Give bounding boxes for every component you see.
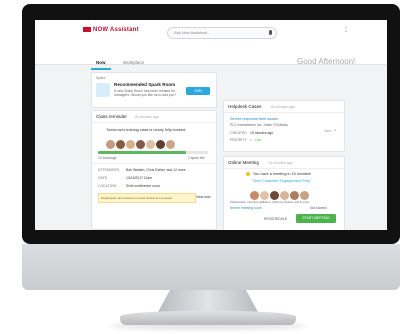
greeting: Good Afternoon!	[297, 57, 356, 66]
avatar[interactable]	[300, 191, 309, 200]
spark-card: Spark Recommended Spark Room A new Spark…	[91, 72, 217, 108]
active-tab-indicator	[91, 68, 111, 70]
view-now-button[interactable]: View now	[196, 195, 210, 199]
case-subtitle: PLC Investments Inc. Justin O'Sullivan	[230, 123, 289, 127]
card-header: Class reminder	[96, 114, 127, 119]
divider	[92, 122, 216, 123]
case-title-link[interactable]: Server response time issues	[230, 117, 278, 121]
meeting-message: You have a meeting in 15 minutes!	[253, 172, 312, 176]
more-vertical-icon[interactable]: ⋮	[343, 27, 349, 36]
avatar[interactable]	[146, 140, 155, 149]
row-key-created: CREATED	[230, 131, 247, 135]
app-logo[interactable]: NOW Assistant	[83, 27, 139, 33]
class-reminder-card: Class reminder 15 minutes ago Tomorrow's…	[91, 110, 217, 230]
booking-progress-bar	[98, 151, 208, 154]
row-value-attendees: Bob Walden, Chris Esther, and 12 more	[126, 168, 186, 172]
join-button[interactable]: JOIN	[186, 87, 210, 95]
avatar[interactable]	[116, 140, 125, 149]
clock-icon	[246, 172, 250, 176]
tab-now[interactable]: Now	[96, 60, 106, 65]
avatar[interactable]	[280, 191, 289, 200]
start-meeting-button[interactable]: START MEETING	[296, 214, 336, 223]
avatar[interactable]	[136, 140, 145, 149]
logo-mark-icon	[83, 27, 91, 32]
participants-text: Participants: Caroline Williams, Anthony…	[230, 200, 310, 204]
row-value-date: 10/15/2017 11am	[126, 176, 153, 180]
app-screen: NOW Assistant Ask Now Assistant... ⋮ Now…	[35, 20, 387, 230]
row-key-attendees: ATTENDEES	[98, 168, 120, 172]
card-header: Spark	[96, 76, 106, 80]
card-header: Helpdesk Cases	[228, 104, 262, 109]
avatar[interactable]	[290, 191, 299, 200]
warning-banner: Registration and classroom seats limited…	[98, 193, 196, 203]
card-time: 15 minutes ago	[270, 105, 295, 109]
row-key-location: LOCATION	[98, 184, 117, 188]
progress-right-label: 2 spots left	[188, 156, 205, 160]
spark-title: Recommended Spark Room	[114, 82, 176, 87]
avatar[interactable]	[156, 140, 165, 149]
row-value-priority: 1 - Low	[250, 138, 262, 142]
online-meeting-card: Online Meeting 15 minutes ago You have a…	[223, 156, 345, 230]
reschedule-button[interactable]: RESCHEDULE	[264, 217, 287, 221]
card-header: Online Meeting	[228, 160, 259, 165]
divider	[92, 163, 216, 164]
meeting-title[interactable]: "New Customer Engagement Prep"	[252, 179, 311, 183]
spark-body: A new Spark Room has been created for ma…	[114, 89, 177, 98]
card-time: 15 minutes ago	[134, 115, 159, 119]
row-key-date: DATE	[98, 176, 108, 180]
monitor-stand-foot	[120, 311, 296, 325]
tab-workplace[interactable]: Workplace	[123, 60, 144, 65]
microphone-icon[interactable]	[269, 30, 272, 35]
avatar[interactable]	[166, 140, 175, 149]
card-time: 15 minutes ago	[268, 161, 293, 165]
progress-label: 10 bookings	[98, 156, 117, 160]
meeting-room-link[interactable]: Server meeting room	[230, 206, 262, 210]
view-link[interactable]: View	[324, 129, 331, 133]
row-key-priority: PRIORITY	[230, 138, 247, 142]
row-value-location: Sixth conference room	[126, 184, 160, 188]
avatar[interactable]	[106, 140, 115, 149]
monitor-stand-neck	[158, 290, 258, 312]
search-placeholder: Ask Now Assistant...	[174, 30, 211, 35]
helpdesk-card: Helpdesk Cases 15 minutes ago Server res…	[223, 100, 345, 152]
avatar[interactable]	[250, 191, 259, 200]
avatar[interactable]	[126, 140, 135, 149]
logo-text: NOW Assistant	[93, 27, 139, 33]
chevron-right-icon[interactable]: ›	[334, 128, 336, 134]
class-message: Tomorrow's training class is nearly full…	[106, 128, 187, 132]
spark-room-icon	[96, 83, 110, 97]
search-input[interactable]: Ask Now Assistant...	[167, 27, 277, 39]
row-value-created: 15 minutes ago	[250, 131, 274, 135]
divider	[224, 168, 344, 169]
monitor-chin	[22, 244, 400, 290]
meeting-status: Not started	[310, 206, 327, 210]
avatar[interactable]	[260, 191, 269, 200]
booking-progress-fill	[98, 151, 186, 154]
avatar[interactable]	[270, 191, 279, 200]
divider	[224, 112, 344, 113]
